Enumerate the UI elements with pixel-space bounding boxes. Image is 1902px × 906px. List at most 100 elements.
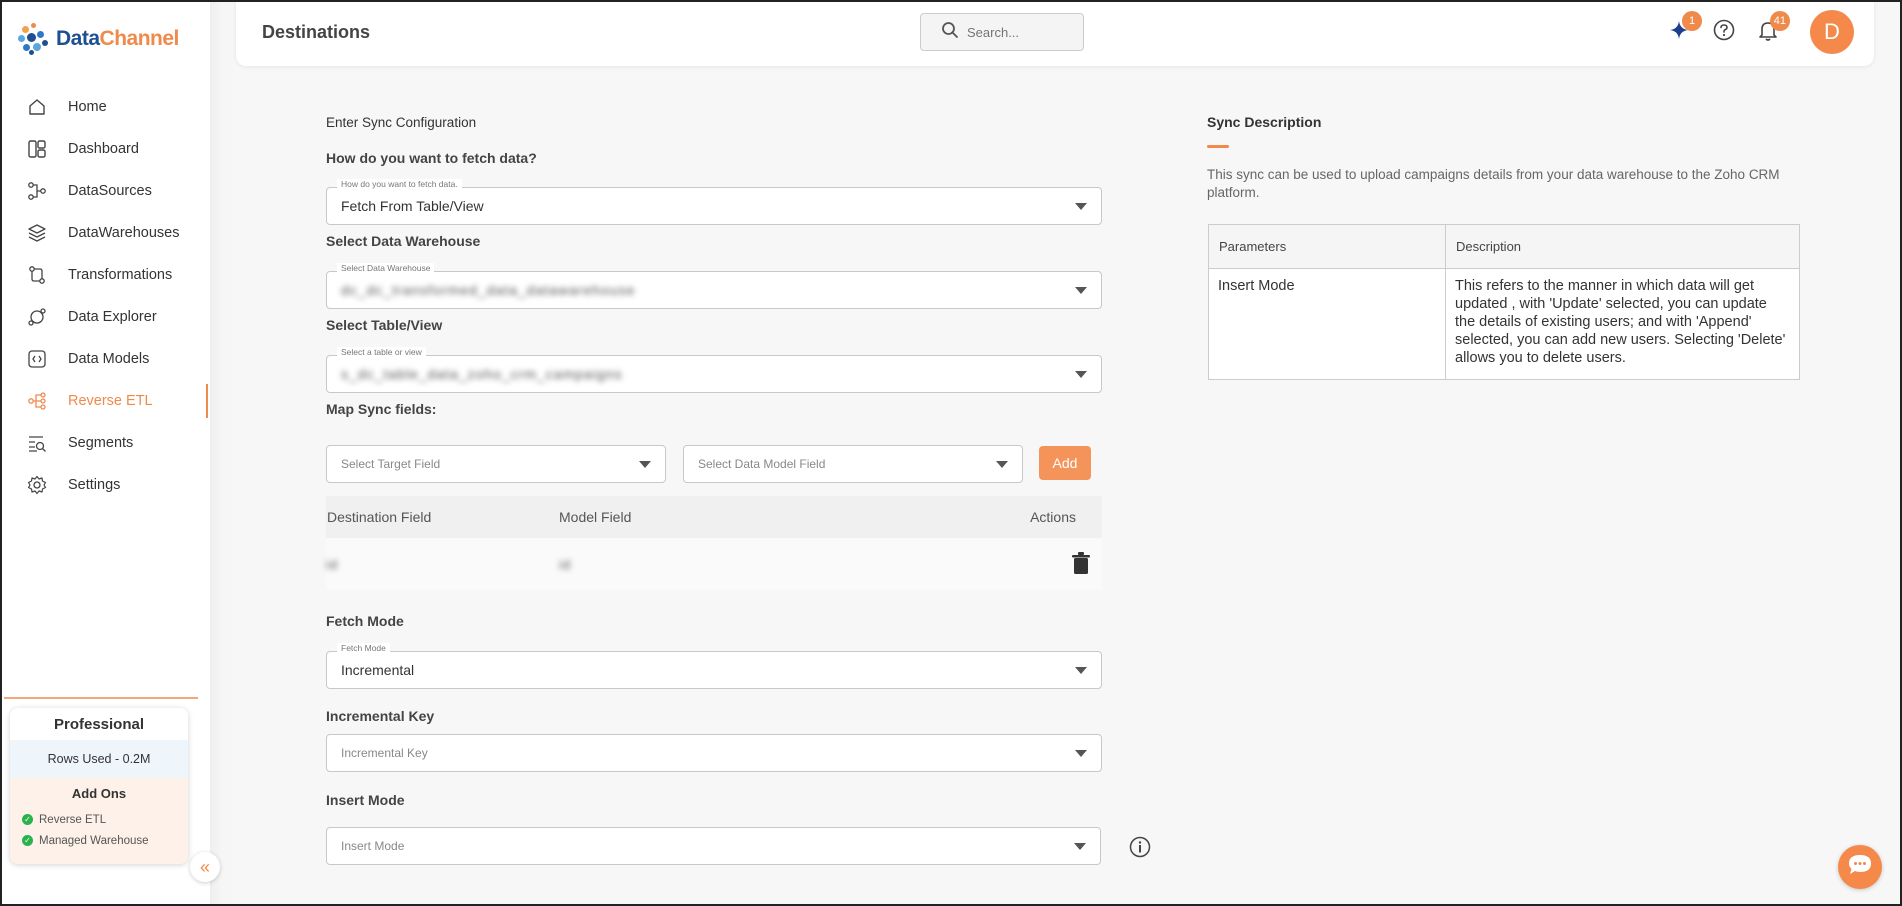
logo[interactable]: DataChannel bbox=[18, 22, 179, 56]
select-value: Fetch From Table/View bbox=[341, 198, 484, 214]
dashboard-icon bbox=[26, 138, 48, 160]
field-legend: How do you want to fetch data. bbox=[337, 179, 462, 189]
model-field-select[interactable]: Select Data Model Field bbox=[683, 445, 1023, 483]
column-header: Destination Field bbox=[327, 509, 432, 525]
search-box[interactable] bbox=[920, 13, 1084, 51]
sidebar-item-label: Reverse ETL bbox=[68, 393, 153, 409]
column-header: Actions bbox=[1030, 509, 1076, 525]
column-header: Model Field bbox=[559, 509, 632, 525]
select-value: dc_dc_transformed_data_datawarehouse bbox=[341, 282, 636, 298]
select-placeholder: Select Data Model Field bbox=[698, 457, 826, 471]
field-legend: Select a table or view bbox=[337, 347, 426, 357]
datawarehouses-icon bbox=[26, 222, 48, 244]
dropdown-arrow-icon bbox=[1075, 203, 1087, 210]
select-placeholder: Select Target Field bbox=[341, 457, 441, 471]
incremental-key-select[interactable]: Incremental Key bbox=[326, 734, 1102, 772]
dropdown-arrow-icon bbox=[1075, 371, 1087, 378]
datasources-icon bbox=[26, 180, 48, 202]
title-underline bbox=[1207, 145, 1229, 148]
sidebar-item-reverse-etl[interactable]: Reverse ETL bbox=[0, 380, 210, 422]
addons-title: Add Ons bbox=[71, 786, 127, 801]
dropdown-arrow-icon bbox=[639, 461, 651, 468]
dropdown-arrow-icon bbox=[996, 461, 1008, 468]
warehouse-select[interactable]: Select Data Warehouse dc_dc_transformed_… bbox=[326, 263, 1102, 309]
info-icon[interactable] bbox=[1129, 836, 1151, 863]
sidebar-item-label: Data Explorer bbox=[68, 309, 157, 325]
insert-mode-select[interactable]: Insert Mode bbox=[326, 827, 1101, 865]
dropdown-arrow-icon bbox=[1075, 750, 1087, 757]
fetch-method-select[interactable]: How do you want to fetch data. Fetch Fro… bbox=[326, 179, 1102, 225]
sidebar-item-label: Home bbox=[68, 99, 107, 115]
target-field-select[interactable]: Select Target Field bbox=[326, 445, 666, 483]
sidebar-item-label: Settings bbox=[68, 477, 121, 493]
rows-used: Rows Used - 0.2M bbox=[10, 740, 188, 778]
home-icon bbox=[26, 96, 48, 118]
plan-name: Professional bbox=[10, 708, 188, 740]
sidebar-item-data-models[interactable]: Data Models bbox=[0, 338, 210, 380]
fetch-mode-select[interactable]: Fetch Mode Incremental bbox=[326, 643, 1102, 689]
destination-field-cell: id bbox=[326, 556, 339, 572]
mapping-table: Destination Field Model Field Actions id… bbox=[326, 496, 1102, 590]
help-button[interactable] bbox=[1708, 16, 1740, 48]
sidebar-item-data-explorer[interactable]: Data Explorer bbox=[0, 296, 210, 338]
notifications-button[interactable]: 41 bbox=[1752, 11, 1790, 48]
sidebar-item-label: Segments bbox=[68, 435, 134, 451]
search-input[interactable] bbox=[967, 24, 1077, 40]
description-cell: This refers to the manner in which data … bbox=[1445, 268, 1800, 380]
logo-mark-icon bbox=[18, 22, 50, 56]
double-chevron-left-icon: « bbox=[199, 856, 210, 877]
fetch-mode-label: Fetch Mode bbox=[326, 613, 404, 629]
sidebar-item-segments[interactable]: Segments bbox=[0, 422, 210, 464]
add-mapping-button[interactable]: Add bbox=[1039, 446, 1091, 480]
plan-divider bbox=[4, 697, 198, 699]
column-header: Parameters bbox=[1208, 224, 1446, 269]
avatar[interactable]: D bbox=[1810, 10, 1854, 54]
table-view-select[interactable]: Select a table or view s_dc_table_data_z… bbox=[326, 347, 1102, 393]
sidebar-item-datawarehouses[interactable]: DataWarehouses bbox=[0, 212, 210, 254]
addons-section: Add Ons ✓ Reverse ETL ✓ Managed Warehouse bbox=[10, 778, 188, 864]
sidebar: DataChannel Home Dashboard DataSources D… bbox=[0, 0, 210, 906]
addon-item: ✓ Reverse ETL bbox=[10, 809, 188, 830]
trash-icon[interactable] bbox=[1072, 552, 1090, 577]
sidebar-item-transformations[interactable]: Transformations bbox=[0, 254, 210, 296]
sync-config-content: Enter Sync Configuration How do you want… bbox=[240, 70, 1902, 906]
sidebar-divider bbox=[210, 0, 240, 906]
plan-card: Professional Rows Used - 0.2M Add Ons ✓ R… bbox=[10, 708, 188, 864]
select-value: Incremental bbox=[341, 662, 415, 678]
insert-mode-label: Insert Mode bbox=[326, 792, 405, 808]
page-title: Destinations bbox=[262, 22, 371, 42]
collapse-sidebar-button[interactable]: « bbox=[190, 852, 220, 882]
sidebar-nav: Home Dashboard DataSources DataWarehouse… bbox=[0, 86, 210, 506]
reverse-etl-icon bbox=[26, 390, 48, 412]
field-legend: Fetch Mode bbox=[337, 643, 390, 653]
map-sync-label: Map Sync fields: bbox=[326, 401, 437, 417]
search-icon bbox=[941, 21, 959, 44]
sidebar-item-settings[interactable]: Settings bbox=[0, 464, 210, 506]
sync-description-text: This sync can be used to upload campaign… bbox=[1207, 167, 1780, 200]
ai-sparkle-button[interactable]: 1 bbox=[1664, 11, 1702, 48]
table-header-row: Parameters Description bbox=[1208, 224, 1800, 269]
sidebar-item-dashboard[interactable]: Dashboard bbox=[0, 128, 210, 170]
select-placeholder: Incremental Key bbox=[341, 746, 428, 760]
logo-text: DataChannel bbox=[56, 27, 179, 50]
select-placeholder: Insert Mode bbox=[341, 839, 405, 853]
parameters-table: Parameters Description Insert Mode This … bbox=[1208, 224, 1800, 380]
ai-badge: 1 bbox=[1682, 11, 1702, 31]
mapping-table-header: Destination Field Model Field Actions bbox=[326, 496, 1102, 538]
notifications-badge: 41 bbox=[1769, 11, 1790, 31]
top-header: Destinations 1 41 D bbox=[236, 0, 1874, 66]
check-circle-icon: ✓ bbox=[22, 835, 33, 846]
chat-icon bbox=[1847, 853, 1873, 882]
warehouse-label: Select Data Warehouse bbox=[326, 233, 481, 249]
select-value: s_dc_table_data_zoho_crm_campaigns bbox=[341, 366, 623, 382]
sidebar-item-datasources[interactable]: DataSources bbox=[0, 170, 210, 212]
help-icon bbox=[1712, 18, 1736, 47]
chat-support-button[interactable] bbox=[1838, 845, 1882, 889]
model-field-cell: id bbox=[559, 556, 572, 572]
sidebar-item-home[interactable]: Home bbox=[0, 86, 210, 128]
field-legend: Select Data Warehouse bbox=[337, 263, 435, 273]
data-explorer-icon bbox=[26, 306, 48, 328]
table-row: Insert Mode This refers to the manner in… bbox=[1208, 268, 1800, 380]
parameter-cell: Insert Mode bbox=[1208, 268, 1446, 380]
column-header: Description bbox=[1445, 224, 1800, 269]
